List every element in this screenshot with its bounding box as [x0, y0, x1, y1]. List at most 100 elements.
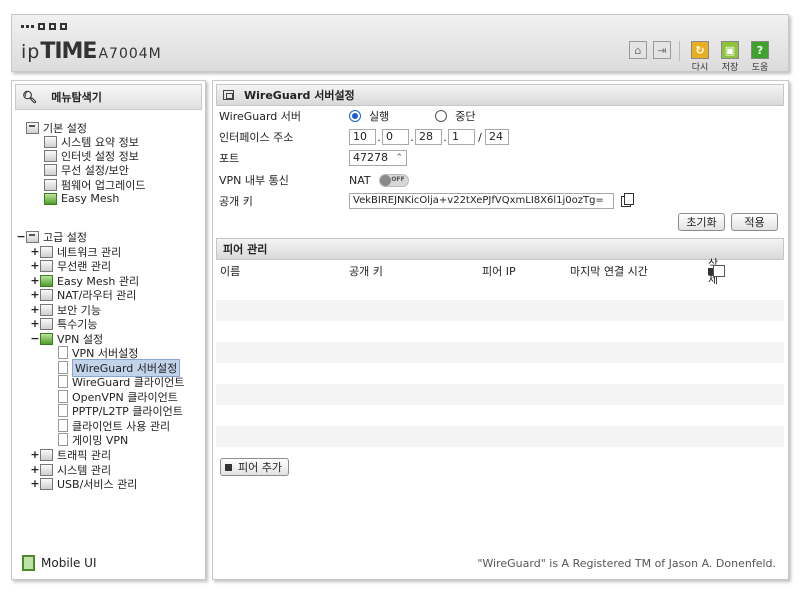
expand-icon[interactable]: + [30, 303, 40, 316]
tree-item-wireless-settings[interactable]: 무선 설정/보안 [44, 162, 129, 177]
expand-icon[interactable]: + [30, 274, 40, 287]
wireguard-server-label: WireGuard 서버 [219, 110, 302, 123]
refresh-button[interactable]: ↻ 다시 [688, 41, 712, 73]
radio-run[interactable]: 실행 [349, 108, 389, 124]
port-input[interactable]: 47278 ⌃ [349, 150, 407, 166]
logo: ipTIME A7004M [21, 39, 162, 64]
window-icon [223, 90, 234, 100]
save-icon: ▣ [721, 41, 739, 59]
traffic-icon [40, 448, 53, 461]
ip-octet-3-input[interactable]: 28 [415, 129, 442, 145]
page-icon [58, 433, 68, 446]
expand-icon[interactable]: + [30, 288, 40, 301]
tree-group-special[interactable]: + 특수기능 [30, 316, 97, 331]
help-button[interactable]: ? 도움 [748, 41, 772, 73]
logout-icon[interactable]: ⇥ [653, 41, 671, 59]
plus-icon [225, 463, 232, 471]
peer-table-header: 이름 공개 키 피어 IP 마지막 연결 시간 삭제 [216, 257, 784, 286]
table-row [216, 363, 784, 384]
tree-item-firmware-upgrade[interactable]: 펌웨어 업그레이드 [44, 177, 145, 192]
table-row [216, 300, 784, 321]
folder-icon [26, 230, 39, 243]
refresh-icon: ↻ [691, 41, 709, 59]
page-icon [58, 346, 68, 359]
expand-icon[interactable]: + [30, 317, 40, 330]
table-row [216, 384, 784, 405]
copy-icon[interactable] [621, 192, 634, 207]
table-row [216, 321, 784, 342]
chart-icon [40, 463, 53, 476]
expand-icon[interactable]: + [30, 477, 40, 490]
table-row [216, 426, 784, 447]
apply-button[interactable]: 적용 [731, 213, 778, 231]
chart-icon [44, 135, 57, 148]
mesh-icon [44, 192, 57, 205]
port-label: 포트 [219, 152, 240, 165]
expand-icon[interactable]: + [30, 245, 40, 258]
tree-group-traffic[interactable]: + 트래픽 관리 [30, 447, 111, 462]
router-icon [40, 288, 53, 301]
nat-label: NAT [349, 173, 371, 187]
tree-item-pptp-l2tp-client[interactable]: PPTP/L2TP 클라이언트 [58, 403, 183, 418]
help-icon: ? [751, 41, 769, 59]
content-panel: WireGuard 서버설정 WireGuard 서버 실행 중단 인터페이스 … [212, 80, 789, 580]
page-icon [58, 419, 68, 432]
page-icon [58, 361, 68, 374]
home-icon[interactable]: ⌂ [629, 41, 647, 59]
lock-icon [40, 303, 53, 316]
public-key-label: 공개 키 [219, 195, 253, 208]
section-title-peer: 피어 관리 [216, 238, 784, 260]
ip-octet-1-input[interactable]: 10 [349, 129, 376, 145]
tree-group-nat-router[interactable]: + NAT/라우터 관리 [30, 287, 136, 302]
page-icon [58, 404, 68, 417]
subnet-mask-input[interactable]: 24 [485, 129, 509, 145]
wifi-icon [44, 163, 57, 176]
radio-stop-indicator[interactable] [435, 110, 448, 122]
folder-icon [26, 121, 39, 134]
search-icon: 🔍︎ [22, 90, 38, 104]
collapse-icon[interactable]: − [16, 230, 26, 243]
col-public-key: 공개 키 [349, 265, 383, 278]
col-name: 이름 [220, 265, 241, 278]
logo-mark [21, 23, 67, 30]
expand-icon[interactable]: + [30, 259, 40, 272]
save-button[interactable]: ▣ 저장 [718, 41, 742, 73]
table-row [216, 342, 784, 363]
usb-icon [40, 477, 53, 490]
expand-icon[interactable]: + [30, 463, 40, 476]
table-row [216, 279, 784, 300]
wifi-icon [40, 259, 53, 272]
monitor-icon [44, 149, 57, 162]
page-icon [58, 375, 68, 388]
tree-group-usb-service[interactable]: + USB/서비스 관리 [30, 476, 137, 491]
ip-octet-4-input[interactable]: 1 [448, 129, 475, 145]
model-name: A7004M [98, 46, 162, 62]
vpn-internal-label: VPN 내부 통신 [219, 174, 289, 187]
row-port: 포트 47278 ⌃ [219, 148, 407, 168]
spinner-icon[interactable]: ⌃ [395, 151, 403, 165]
add-peer-button[interactable]: 피어 추가 [220, 458, 289, 476]
peer-table-body [216, 279, 784, 447]
tree-advanced-settings[interactable]: − 고급 설정 [16, 229, 87, 244]
reset-button[interactable]: 초기화 [678, 213, 725, 231]
row-interface-address: 인터페이스 주소 10 . 0 . 28 . 1 / 24 [219, 127, 509, 147]
select-all-checkbox[interactable] [713, 265, 725, 277]
mobile-ui-link[interactable]: Mobile UI [22, 555, 97, 571]
nat-toggle[interactable]: OFF [378, 173, 409, 187]
radio-run-indicator[interactable] [349, 110, 361, 122]
tree-item-easy-mesh[interactable]: Easy Mesh [44, 191, 119, 206]
mesh-icon [40, 274, 53, 287]
logo-ip: ip [21, 41, 41, 63]
tree-item-gaming-vpn[interactable]: 게이밍 VPN [58, 432, 128, 447]
interface-address-label: 인터페이스 주소 [219, 131, 294, 144]
ip-octet-2-input[interactable]: 0 [382, 129, 409, 145]
section-title-wireguard: WireGuard 서버설정 [216, 84, 784, 106]
expand-icon[interactable]: + [30, 448, 40, 461]
trademark-note: "WireGuard" is A Registered TM of Jason … [477, 557, 776, 570]
tree-item-wireguard-client[interactable]: WireGuard 클라이언트 [58, 374, 184, 389]
logo-time: TIME [40, 39, 97, 64]
tree-group-wireless[interactable]: + 무선랜 관리 [30, 258, 111, 273]
collapse-icon[interactable]: − [30, 332, 40, 345]
radio-stop[interactable]: 중단 [435, 108, 476, 124]
public-key-field[interactable]: VekBIREJNKicOlja+v22tXePJfVQxmLI8X6l1j0o… [349, 193, 614, 209]
